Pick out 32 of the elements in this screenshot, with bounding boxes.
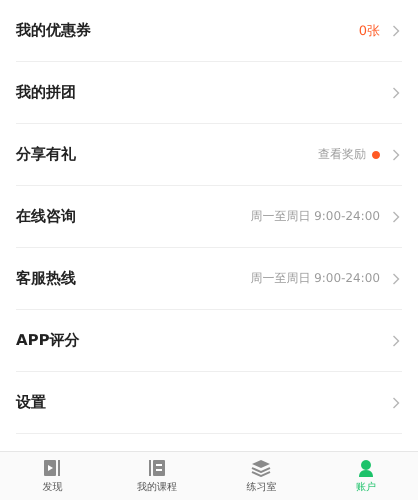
tab[interactable]: 我的课程 bbox=[104, 452, 209, 500]
menu-label: 客服热线 bbox=[16, 269, 77, 288]
layers-icon bbox=[251, 458, 272, 476]
chevron-icon bbox=[392, 148, 400, 160]
chevron-icon bbox=[392, 210, 400, 222]
menu-row[interactable]: APP评分 bbox=[16, 310, 402, 372]
menu-row[interactable]: 我的拼团 bbox=[16, 62, 402, 124]
menu-value: 0张 bbox=[358, 22, 380, 40]
menu-row[interactable]: 客服热线 周一至周日 9:00-24:00 bbox=[16, 248, 402, 310]
menu-value: 周一至周日 9:00-24:00 bbox=[250, 208, 380, 225]
book-icon bbox=[148, 458, 166, 476]
menu-label: 我的拼团 bbox=[16, 83, 77, 102]
menu-label: 设置 bbox=[16, 393, 47, 412]
menu-label: APP评分 bbox=[16, 331, 81, 350]
person-icon bbox=[356, 458, 375, 476]
menu-row[interactable]: 设置 bbox=[16, 372, 402, 434]
menu-label: 分享有礼 bbox=[16, 145, 77, 164]
chevron-icon bbox=[392, 86, 400, 98]
menu-value: 周一至周日 9:00-24:00 bbox=[250, 270, 380, 287]
menu-value: 查看奖励 bbox=[318, 146, 366, 163]
play-icon bbox=[43, 458, 62, 476]
chevron-icon bbox=[392, 334, 400, 346]
chevron-icon bbox=[392, 272, 400, 284]
menu-row[interactable]: 分享有礼 查看奖励 bbox=[16, 124, 402, 186]
menu-label: 我的优惠券 bbox=[16, 21, 92, 40]
tab[interactable]: 练习室 bbox=[209, 452, 314, 500]
menu-row[interactable]: 我的优惠券 0张 bbox=[16, 0, 402, 62]
chevron-icon bbox=[392, 396, 400, 408]
tab[interactable]: 发现 bbox=[0, 452, 104, 500]
chevron-icon bbox=[392, 24, 400, 36]
menu-label: 在线咨询 bbox=[16, 207, 77, 226]
menu-row[interactable]: 在线咨询 周一至周日 9:00-24:00 bbox=[16, 186, 402, 248]
